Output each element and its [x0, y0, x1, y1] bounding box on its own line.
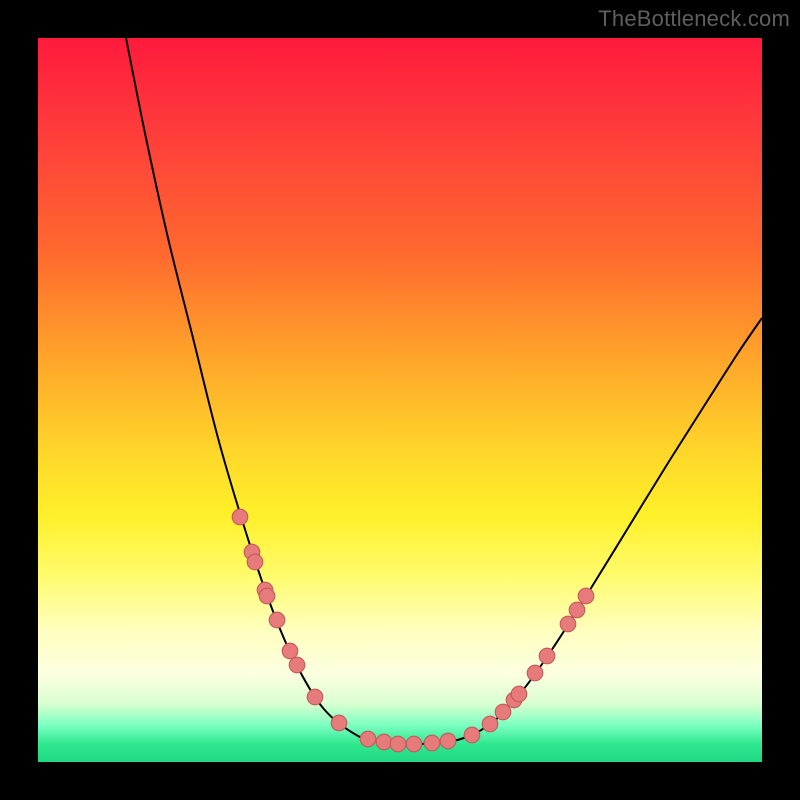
data-point [289, 657, 305, 673]
data-point [464, 727, 480, 743]
watermark-text: TheBottleneck.com [598, 6, 790, 32]
data-point [511, 686, 527, 702]
data-point [247, 554, 263, 570]
data-point [232, 509, 248, 525]
data-point [539, 648, 555, 664]
data-point [527, 665, 543, 681]
bottleneck-curve [126, 38, 762, 744]
data-point [578, 588, 594, 604]
data-point [331, 715, 347, 731]
data-point [440, 733, 456, 749]
data-point [307, 689, 323, 705]
data-point [560, 616, 576, 632]
data-point [495, 704, 511, 720]
data-point [282, 643, 298, 659]
chart-frame: TheBottleneck.com [0, 0, 800, 800]
data-point [390, 736, 406, 752]
data-point [406, 736, 422, 752]
chart-overlay [38, 38, 762, 762]
data-point [482, 716, 498, 732]
data-point [569, 602, 585, 618]
plot-area [38, 38, 762, 762]
data-point [269, 612, 285, 628]
data-points [232, 509, 594, 752]
data-point [259, 588, 275, 604]
data-point [424, 735, 440, 751]
data-point [360, 731, 376, 747]
data-point [376, 734, 392, 750]
